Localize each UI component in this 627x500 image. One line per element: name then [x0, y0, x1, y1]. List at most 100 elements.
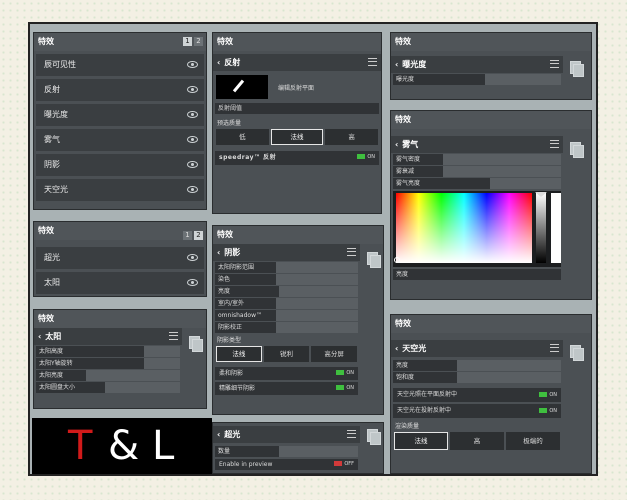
brightness-handle[interactable] — [535, 192, 547, 197]
slider-omnishadow[interactable]: omnishadow™ — [215, 310, 358, 321]
page-2-button[interactable]: 2 — [194, 231, 203, 240]
menu-icon[interactable] — [368, 58, 377, 66]
quality-normal-button[interactable]: 法线 — [270, 129, 324, 145]
menu-icon[interactable] — [169, 332, 178, 340]
slider-fog-brightness[interactable]: 雾气亮度 — [393, 178, 561, 189]
slider-bloom-amount[interactable]: 数量 — [215, 446, 358, 457]
slider-fill — [276, 310, 358, 321]
panel-title: 特效 — [391, 33, 591, 51]
slider-sun-brightness[interactable]: 太阳亮度 — [36, 370, 180, 381]
menu-icon[interactable] — [347, 430, 356, 438]
color-cursor[interactable] — [394, 257, 400, 263]
copy-icon[interactable] — [563, 55, 587, 81]
toggle-switch[interactable]: ON — [539, 392, 557, 399]
edit-plane-button[interactable] — [216, 75, 268, 99]
panel-title: 特效 — [34, 310, 206, 328]
eye-icon[interactable] — [187, 186, 198, 193]
effect-item-skylight[interactable]: 天空光 — [36, 179, 204, 201]
chevron-left-icon[interactable]: ‹ — [217, 244, 220, 261]
toggle-switch[interactable]: ON — [539, 408, 557, 415]
chevron-left-icon[interactable]: ‹ — [395, 56, 398, 73]
eye-icon[interactable] — [187, 254, 198, 261]
fine-shadow-toggle[interactable]: 精雕细节阴影 ON — [215, 382, 358, 395]
slider-shadow-range[interactable]: 太阳阴影范围 — [215, 262, 358, 273]
slider-fog-density[interactable]: 雾气密度 — [393, 154, 561, 165]
quality-low-button[interactable]: 低 — [216, 129, 269, 145]
effect-item-fog[interactable]: 雾气 — [36, 129, 204, 151]
shadow-type-normal-button[interactable]: 法线 — [216, 346, 262, 362]
chevron-left-icon[interactable]: ‹ — [217, 426, 220, 443]
render-quality-extreme-button[interactable]: 极端的 — [506, 432, 560, 450]
eye-icon[interactable] — [187, 111, 198, 118]
slider-fog-falloff[interactable]: 雾衰减 — [393, 166, 561, 177]
panel-title-text: 特效 — [395, 115, 411, 124]
slider-brightness[interactable]: 亮度 — [215, 286, 358, 297]
effect-item-visibility[interactable]: 辰可见性 — [36, 54, 204, 76]
copy-icon[interactable] — [563, 339, 587, 365]
slider-sun-height[interactable]: 太阳高度 — [36, 346, 180, 357]
slider-fill — [276, 274, 358, 285]
alpha-strip[interactable] — [551, 193, 561, 263]
menu-icon[interactable] — [347, 248, 356, 256]
eye-icon[interactable] — [187, 136, 198, 143]
hue-saturation-field[interactable] — [396, 193, 532, 263]
render-quality-normal-button[interactable]: 法线 — [394, 432, 448, 450]
sky-plane-reflection-toggle[interactable]: 天空光照在平面反射中 ON — [393, 388, 561, 402]
copy-icon[interactable] — [563, 136, 587, 162]
effect-item-reflection[interactable]: 反射 — [36, 79, 204, 101]
sky-projected-reflection-toggle[interactable]: 天空光在投射反射中 ON — [393, 404, 561, 418]
toggle-switch[interactable]: OFF — [334, 461, 354, 468]
render-quality-label: 渲染质量 — [395, 423, 420, 430]
slider-sky-brightness[interactable]: 亮度 — [393, 360, 561, 371]
copy-icon[interactable] — [182, 330, 206, 356]
toggle-switch[interactable]: ON — [336, 370, 354, 377]
quality-high-button[interactable]: 高 — [325, 129, 379, 145]
slider-shadow-correction[interactable]: 阴影校正 — [215, 322, 358, 333]
chevron-left-icon[interactable]: ‹ — [38, 328, 41, 345]
toggle-switch[interactable]: ON — [357, 154, 375, 161]
slider-sky-saturation[interactable]: 饱和度 — [393, 372, 561, 383]
shadow-type-sharp-button[interactable]: 锐利 — [263, 346, 310, 362]
page-1-button[interactable]: 1 — [183, 37, 192, 46]
logo-amp: & — [108, 423, 140, 469]
eye-icon[interactable] — [187, 161, 198, 168]
render-quality-options: 法线 高 极端的 — [394, 432, 560, 450]
enable-in-preview-toggle[interactable]: Enable in preview OFF — [215, 459, 358, 470]
slider-sun-rotation[interactable]: 太阳Y轴旋转 — [36, 358, 180, 369]
slider-sun-disk-size[interactable]: 太阳圆盘大小 — [36, 382, 180, 393]
soft-shadow-toggle[interactable]: 柔和阴影 ON — [215, 367, 358, 380]
chevron-left-icon[interactable]: ‹ — [395, 340, 398, 357]
slider-label: 染色 — [218, 276, 231, 283]
color-picker[interactable] — [393, 191, 561, 267]
page-1-button[interactable]: 1 — [183, 231, 192, 240]
page-2-button[interactable]: 2 — [194, 37, 203, 46]
slider-exposure[interactable]: 曝光度 — [393, 74, 561, 85]
menu-icon[interactable] — [550, 60, 559, 68]
effect-item-bloom[interactable]: 超光 — [36, 247, 204, 269]
eye-icon[interactable] — [187, 86, 198, 93]
eye-icon[interactable] — [187, 61, 198, 68]
toggle-switch[interactable]: ON — [336, 385, 354, 392]
render-quality-high-button[interactable]: 高 — [450, 432, 504, 450]
bloom-subheader: ‹ 超光 — [213, 426, 360, 443]
slider-indoor-outdoor[interactable]: 室内/室外 — [215, 298, 358, 309]
effect-label: 雾气 — [44, 135, 60, 144]
copy-icon[interactable] — [360, 246, 384, 272]
eye-icon[interactable] — [187, 279, 198, 286]
speedray-toggle[interactable]: speedray™ 反射 ON — [215, 151, 379, 165]
slider-tint[interactable]: 染色 — [215, 274, 358, 285]
fog-brightness-row[interactable]: 亮度 — [393, 269, 561, 280]
chevron-left-icon[interactable]: ‹ — [395, 136, 398, 153]
brightness-strip[interactable] — [536, 193, 546, 263]
toggle-label: 天空光在投射反射中 — [397, 407, 452, 414]
chevron-left-icon[interactable]: ‹ — [217, 54, 220, 71]
toggle-label: 天空光照在平面反射中 — [397, 391, 458, 398]
effect-item-shadow[interactable]: 阴影 — [36, 154, 204, 176]
effect-item-exposure[interactable]: 曝光度 — [36, 104, 204, 126]
menu-icon[interactable] — [550, 140, 559, 148]
shadow-type-hidpi-button[interactable]: 高分屏 — [311, 346, 358, 362]
copy-icon[interactable] — [360, 423, 384, 449]
reflection-threshold-slider[interactable]: 反射阈值 — [215, 103, 379, 114]
menu-icon[interactable] — [550, 344, 559, 352]
effect-item-sun[interactable]: 太阳 — [36, 272, 204, 294]
